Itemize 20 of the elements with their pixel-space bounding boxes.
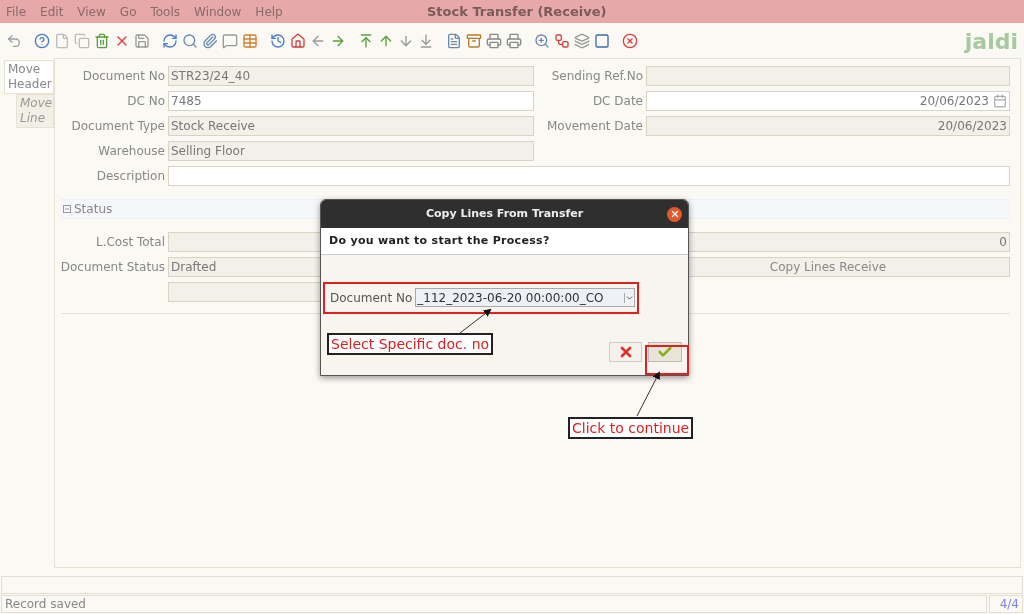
callout-label: Select Specific doc. no: [327, 333, 494, 355]
field-label: DC No: [127, 93, 165, 110]
dialog-title: Copy Lines From Transfer: [425, 205, 584, 222]
field-label: L.Cost Total: [95, 234, 165, 251]
field-label: Warehouse: [98, 143, 165, 160]
callout-label: Click to continue: [568, 417, 694, 439]
field-label: Movement Date: [546, 118, 643, 135]
field-label: Document Status: [60, 259, 165, 276]
field-label: Document Type: [71, 118, 165, 135]
field-label: DC Date: [592, 93, 643, 110]
status-message: Record saved: [1, 595, 987, 613]
section-title: Status: [74, 201, 113, 218]
field-label: Document No: [330, 289, 413, 307]
field-label: Description: [96, 168, 165, 185]
window-title: Stock Transfer (Receive): [427, 2, 607, 21]
dialog-question: Do you want to start the Process?: [329, 232, 550, 249]
field-label: Document No: [82, 68, 165, 85]
field-label: Sending Ref.No: [551, 68, 643, 85]
logo: jaldi: [964, 28, 1018, 56]
record-count: 4/4: [989, 595, 1023, 613]
